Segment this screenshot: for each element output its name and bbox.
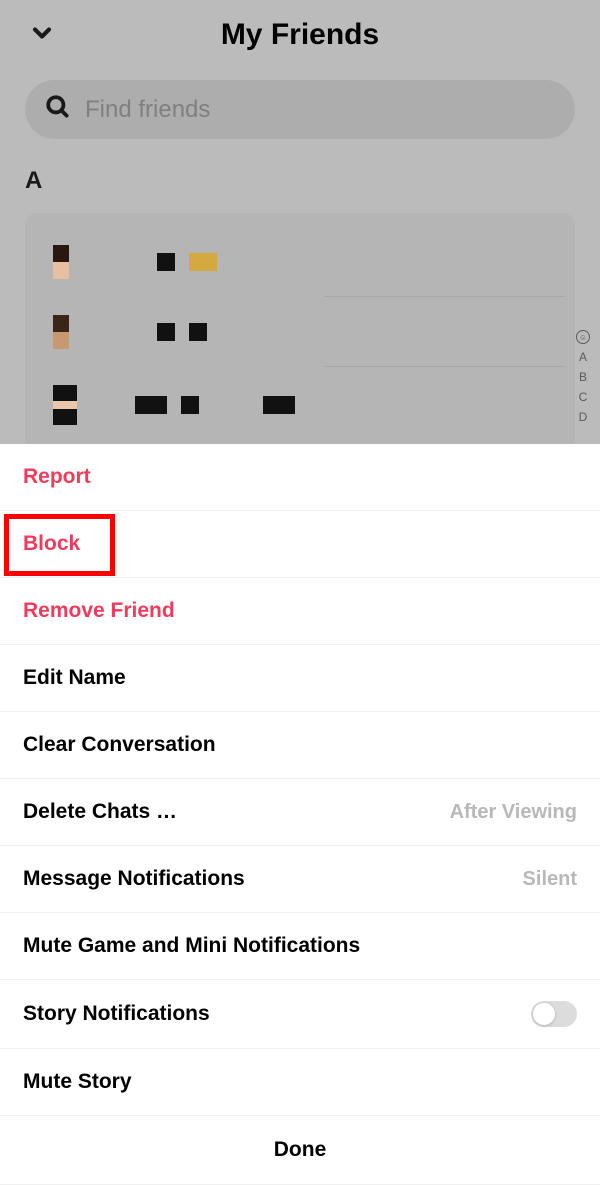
index-letter: C [579,390,588,404]
redacted-text [181,396,199,414]
friends-list [25,213,575,457]
action-sheet: Report Block Remove Friend Edit Name Cle… [0,444,600,1183]
action-label: Story Notifications [23,1002,210,1026]
redacted-text [157,323,175,341]
page-title: My Friends [28,18,572,52]
mute-story-option[interactable]: Mute Story [0,1049,600,1116]
done-label: Done [274,1138,327,1161]
avatar [53,245,69,279]
edit-name-option[interactable]: Edit Name [0,645,600,712]
remove-friend-option[interactable]: Remove Friend [0,578,600,645]
action-label: Block [23,532,80,556]
friends-screen-dimmed: My Friends Find friends A [0,0,600,444]
redacted-text [189,253,217,271]
friend-row[interactable] [25,297,575,367]
story-notifications-option[interactable]: Story Notifications [0,980,600,1049]
alphabet-index[interactable]: ☺ A B C D [576,330,590,424]
redacted-text [189,323,207,341]
delete-chats-option[interactable]: Delete Chats … After Viewing [0,779,600,846]
redacted-text [135,396,167,414]
smiley-icon: ☺ [576,330,590,344]
mute-game-notifications-option[interactable]: Mute Game and Mini Notifications [0,913,600,980]
action-label: Mute Game and Mini Notifications [23,934,360,958]
search-bar[interactable]: Find friends [25,80,575,139]
block-option[interactable]: Block [0,511,600,578]
avatar [53,385,77,425]
section-letter: A [25,167,600,195]
toggle-knob [533,1003,555,1025]
toggle-switch[interactable] [531,1001,577,1027]
action-label: Edit Name [23,666,126,690]
avatar [53,315,69,349]
message-notifications-option[interactable]: Message Notifications Silent [0,846,600,913]
clear-conversation-option[interactable]: Clear Conversation [0,712,600,779]
index-letter: B [579,370,587,384]
header: My Friends [0,0,600,70]
index-letter: D [579,410,588,424]
chevron-down-icon[interactable] [28,19,56,52]
action-value: After Viewing [450,801,577,824]
action-label: Remove Friend [23,599,175,623]
search-icon [45,94,71,125]
done-button[interactable]: Done [0,1116,600,1185]
action-label: Delete Chats … [23,800,177,824]
redacted-text [263,396,295,414]
friend-row[interactable] [25,367,575,443]
friend-row[interactable] [25,227,575,297]
report-option[interactable]: Report [0,444,600,511]
redacted-text [157,253,175,271]
action-value: Silent [523,868,577,891]
search-placeholder: Find friends [85,96,210,124]
action-label: Clear Conversation [23,733,216,757]
action-label: Message Notifications [23,867,245,891]
action-label: Mute Story [23,1070,132,1094]
index-letter: A [579,350,587,364]
action-label: Report [23,465,91,489]
